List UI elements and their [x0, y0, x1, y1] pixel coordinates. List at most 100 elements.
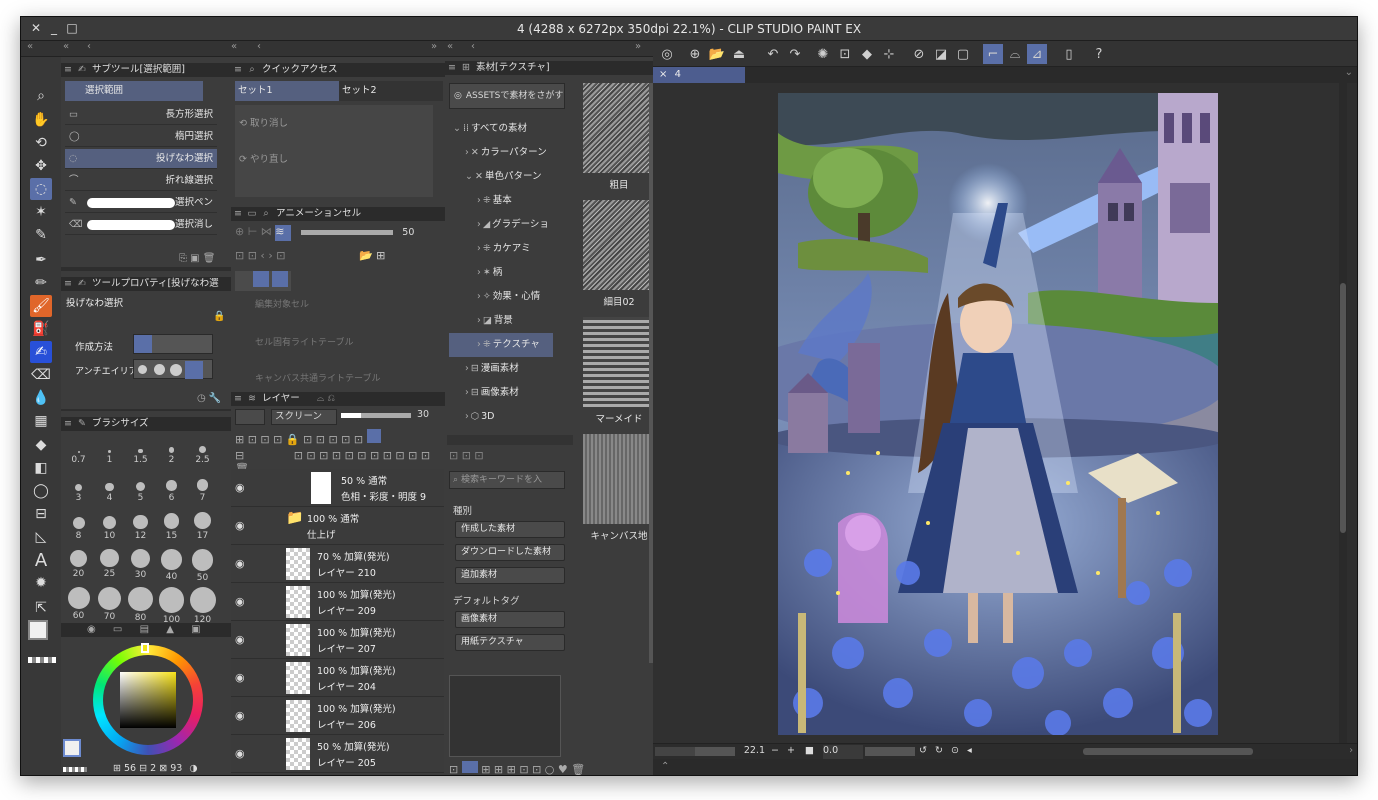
deselect-icon[interactable]: ⊘ [909, 44, 929, 64]
layer-row[interactable]: ◉ 100 % 加算(発光) レイヤー 209 [231, 583, 444, 621]
selection-tool-icon[interactable]: ◌ [30, 178, 52, 200]
rotate-right-icon[interactable]: ↻ [935, 745, 943, 756]
intermediate-color-tab[interactable]: ▲ [166, 624, 174, 635]
brush-size-cell[interactable]: 8 [63, 511, 94, 551]
layer-row[interactable]: ◉ 50 % 加算(発光) レイヤー 205 [231, 735, 444, 773]
opacity-slider[interactable] [300, 229, 393, 235]
chevron-right-icon[interactable]: › [477, 219, 481, 230]
decoration-tool-icon[interactable]: ✍ [30, 341, 52, 363]
chevron-up-icon[interactable]: ⌃ [661, 761, 669, 772]
subtool-item[interactable]: ✎ 選択ペン [65, 193, 217, 213]
menu-icon[interactable]: ≡ [231, 63, 245, 77]
color-wheel[interactable] [93, 643, 203, 755]
hand-tool-icon[interactable]: ✋ [30, 109, 52, 131]
layer-property-tab[interactable]: ⌓ ⎌ [317, 393, 335, 404]
chevron-right-icon[interactable]: › [465, 363, 469, 374]
transform-icon[interactable]: ⊹ [879, 44, 899, 64]
texture-thumbnail[interactable] [583, 317, 655, 407]
ellipse-tool-icon[interactable]: ◯ [30, 480, 52, 502]
fit-icon[interactable]: ■ [805, 745, 814, 756]
redo-item[interactable]: ⟳ やり直し [239, 151, 288, 165]
pen-tool-icon[interactable]: ✒ [30, 249, 52, 271]
menu-icon[interactable]: ≡ [231, 392, 245, 406]
brush-size-cell[interactable]: 1.5 [125, 435, 156, 475]
color-set-tab[interactable]: ▤ [140, 624, 149, 635]
subtool-group-selection[interactable]: 選択範囲 [65, 81, 203, 101]
menu-icon[interactable]: ≡ [445, 61, 459, 75]
material-tree-item[interactable]: › ✶ 柄 [449, 261, 575, 285]
rotation-slider[interactable] [865, 747, 915, 756]
material-tree-item[interactable]: › ✕ カラーパターン [449, 141, 575, 165]
chevron-left-icon[interactable]: ‹ [87, 41, 91, 52]
eye-icon[interactable]: ◉ [235, 671, 245, 684]
undo-icon[interactable]: ↶ [763, 44, 783, 64]
brush-tool-icon[interactable]: 🖌 [30, 295, 52, 317]
brush-size-cell[interactable]: 80 [125, 587, 156, 627]
material-tree-item[interactable]: ⌄ ✕ 単色パターン [449, 165, 575, 189]
invert-selection-icon[interactable]: ◪ [931, 44, 951, 64]
brush-size-cell[interactable]: 2 [156, 435, 187, 475]
creation-method-selector[interactable] [133, 334, 213, 354]
scroll-right-icon[interactable]: › [1349, 745, 1353, 756]
brush-size-cell[interactable]: 40 [156, 549, 187, 589]
brush-size-cell[interactable]: 100 [156, 587, 187, 627]
collapse-icon[interactable]: » [635, 41, 641, 52]
texture-thumbnail[interactable] [583, 83, 655, 173]
collapse-icon[interactable]: « [63, 41, 69, 52]
layer-row[interactable]: ◉ 100 % 加算(発光) レイヤー 204 [231, 659, 444, 697]
horizontal-scrollbar[interactable] [1083, 748, 1253, 755]
material-tree-item[interactable]: › ⁜ カケアミ [449, 237, 575, 261]
zoom-out-icon[interactable]: − [771, 745, 779, 756]
flip-horizontal-icon[interactable]: ◂ [967, 745, 972, 756]
approximate-color-tab[interactable]: ▣ [191, 624, 200, 635]
eye-icon[interactable]: ◉ [235, 633, 245, 646]
brush-size-cell[interactable]: 60 [63, 587, 94, 627]
chevron-left-icon[interactable]: ‹ [471, 41, 475, 52]
subtool-item[interactable]: ⌫ 選択消し [65, 215, 217, 235]
chevron-right-icon[interactable]: › [477, 195, 481, 206]
brush-size-cell[interactable]: 20 [63, 549, 94, 589]
chevron-down-icon[interactable]: ⌄ [1345, 67, 1353, 78]
figure-tool-icon[interactable]: ▦ [30, 410, 52, 432]
eye-icon[interactable]: ◉ [235, 747, 245, 760]
save-icon[interactable]: ⏏ [729, 44, 749, 64]
brush-size-cell[interactable]: 3 [63, 473, 94, 513]
brush-size-cell[interactable]: 2.5 [187, 435, 218, 475]
reset-rotation-icon[interactable]: ⊙ [951, 745, 959, 756]
ruler-tool-icon[interactable]: ◺ [30, 526, 52, 548]
brush-size-cell[interactable]: 0.7 [63, 435, 94, 475]
eraser-tool-icon[interactable]: ⌫ [30, 364, 52, 386]
frame-tool-icon[interactable]: ⊟ [30, 503, 52, 525]
eyedropper-tool-icon[interactable]: ✎ [30, 224, 52, 246]
eye-icon[interactable]: ◉ [235, 519, 245, 532]
canvas-area[interactable] [653, 83, 1347, 743]
eye-icon[interactable]: ◉ [235, 709, 245, 722]
layer-opacity-slider[interactable] [341, 413, 411, 418]
main-color-indicator[interactable] [63, 739, 81, 757]
image-material-button[interactable]: 画像素材 [455, 611, 565, 628]
text-tool-icon[interactable]: A [30, 549, 52, 571]
paper-texture-button[interactable]: 用紙テクスチャ [455, 634, 565, 651]
eye-icon[interactable]: ◉ [235, 557, 245, 570]
chevron-right-icon[interactable]: › [465, 387, 469, 398]
object-tool-icon[interactable]: ⇱ [30, 597, 52, 619]
brush-size-cell[interactable]: 17 [187, 511, 218, 551]
vertical-scrollbar[interactable] [1339, 83, 1347, 743]
brush-size-cell[interactable]: 70 [94, 587, 125, 627]
material-tree-item[interactable]: › ⊟ 画像素材 [449, 381, 575, 405]
chevron-right-icon[interactable]: › [477, 339, 481, 350]
subtool-item[interactable]: ▭ 長方形選択 [65, 105, 217, 125]
material-tree-item[interactable]: › ◢ グラデーショ [449, 213, 575, 237]
layer-row[interactable]: ◉ 📁 100 % 通常 仕上げ [231, 507, 444, 545]
menu-icon[interactable]: ≡ [61, 277, 75, 291]
snap-grid-icon[interactable]: ⊿ [1027, 44, 1047, 64]
artwork-canvas[interactable] [778, 93, 1218, 735]
color-slider-tab[interactable]: ▭ [113, 624, 122, 635]
app-logo-icon[interactable]: ◎ [657, 44, 677, 64]
chevron-right-icon[interactable]: › [477, 315, 481, 326]
material-tree-item[interactable]: › ✧ 効果・心情 [449, 285, 575, 309]
zoom-tool-icon[interactable]: ⌕ [30, 85, 52, 107]
close-tab-icon[interactable]: × [659, 69, 667, 80]
pencil-tool-icon[interactable]: ✏ [30, 272, 52, 294]
brush-size-cell[interactable]: 6 [156, 473, 187, 513]
